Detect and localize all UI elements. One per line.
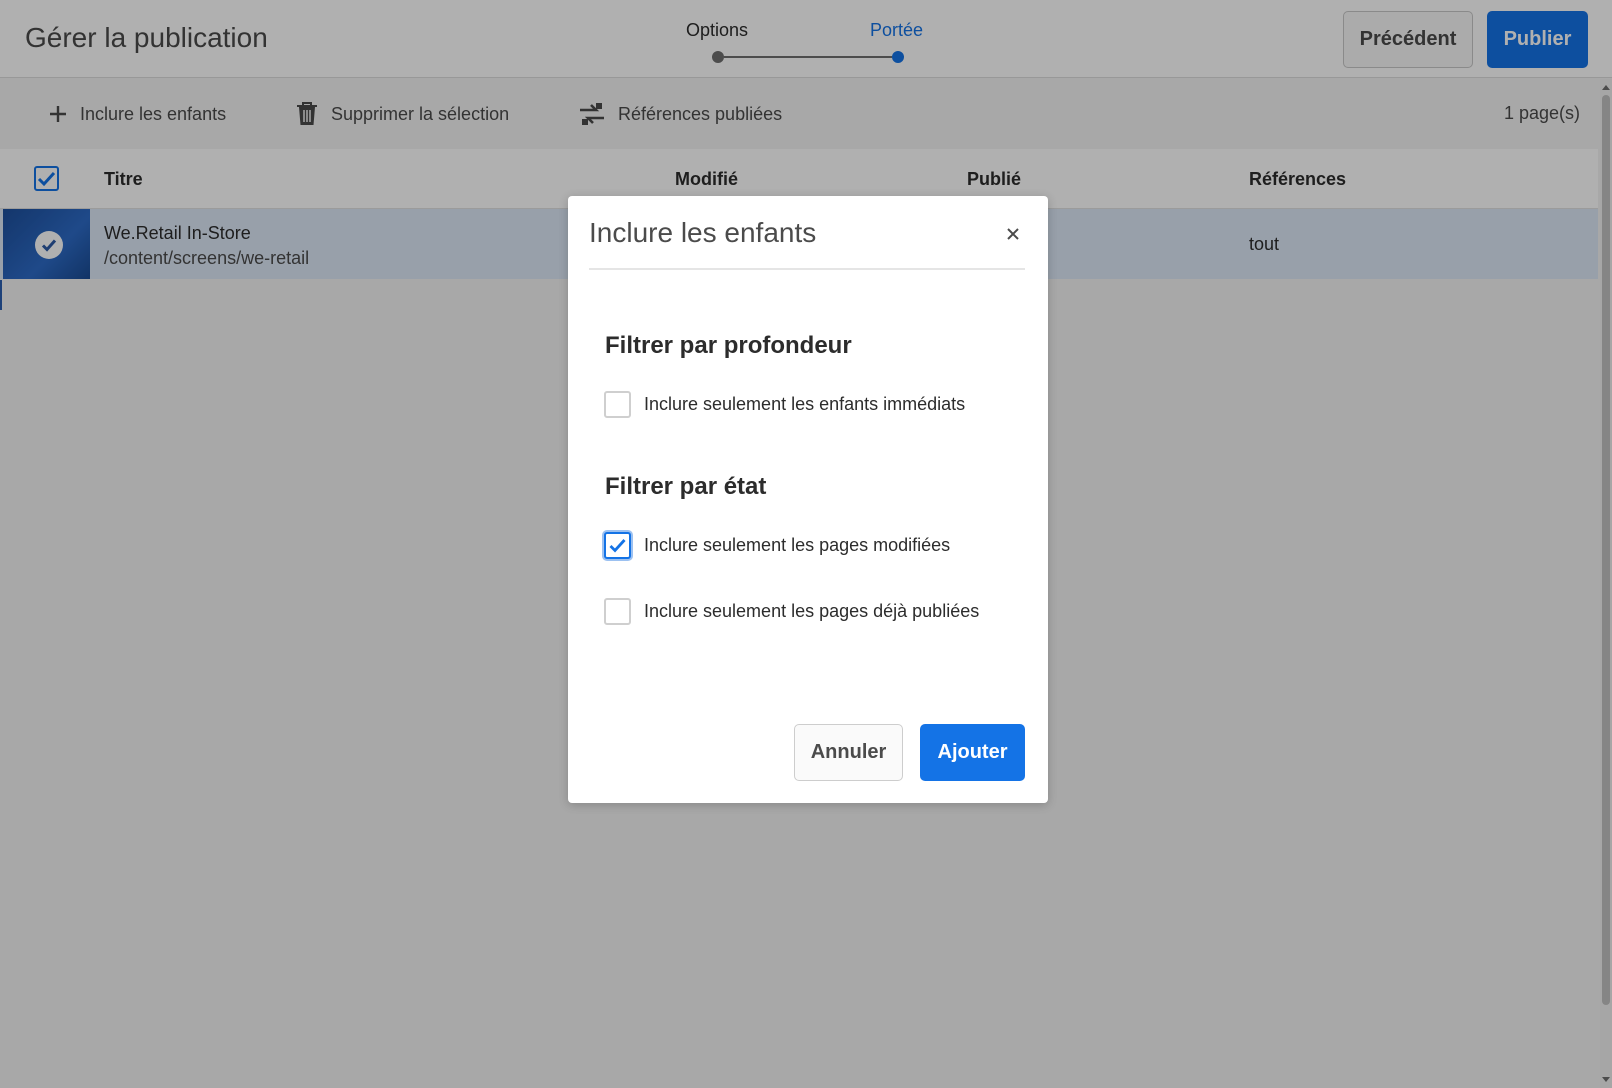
- modified-pages-checkbox[interactable]: [604, 531, 631, 559]
- filter-state-heading: Filtrer par état: [605, 473, 767, 500]
- modified-pages-label: Inclure seulement les pages modifiées: [644, 534, 951, 555]
- dialog-divider: [589, 268, 1025, 270]
- include-children-dialog: Inclure les enfants Filtrer par profonde…: [568, 196, 1048, 803]
- published-pages-option[interactable]: Inclure seulement les pages déjà publiée…: [604, 596, 979, 626]
- dialog-title: Inclure les enfants: [589, 217, 817, 248]
- add-button[interactable]: Ajouter: [920, 724, 1025, 781]
- published-pages-label: Inclure seulement les pages déjà publiée…: [644, 600, 980, 621]
- cancel-button[interactable]: Annuler: [794, 724, 903, 781]
- immediate-children-checkbox[interactable]: [604, 390, 631, 418]
- checkmark-icon: [609, 538, 626, 553]
- published-pages-checkbox[interactable]: [604, 597, 631, 625]
- filter-depth-heading: Filtrer par profondeur: [605, 332, 852, 359]
- close-button[interactable]: [1001, 222, 1025, 246]
- modified-pages-option[interactable]: Inclure seulement les pages modifiées: [604, 530, 950, 560]
- immediate-children-label: Inclure seulement les enfants immédiats: [644, 393, 966, 414]
- immediate-children-option[interactable]: Inclure seulement les enfants immédiats: [604, 389, 965, 419]
- close-icon: [1007, 228, 1019, 240]
